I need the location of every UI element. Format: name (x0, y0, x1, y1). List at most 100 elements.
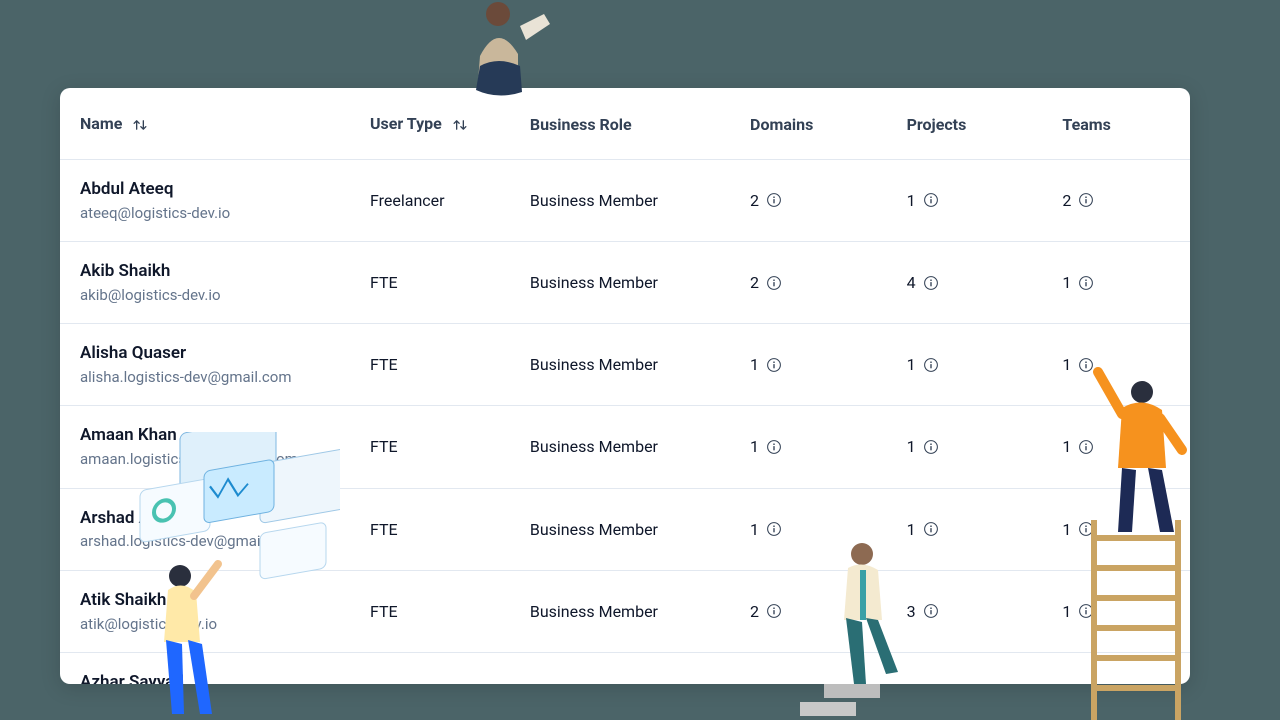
teams-cell[interactable]: 1 (1062, 520, 1180, 539)
column-header-label: Domains (750, 115, 813, 134)
info-icon[interactable] (765, 602, 783, 620)
teams-count: 1 (1062, 602, 1071, 621)
table-row[interactable]: Amaan Khan amaan.logistics-dev@gmail.com… (60, 406, 1190, 488)
teams-count: 1 (1062, 273, 1071, 292)
table-row[interactable]: Arshad Ahmad arshad.logistics-dev@gmail.… (60, 488, 1190, 570)
user-type-cell: Freelancer (360, 159, 520, 241)
domains-count: 2 (750, 191, 759, 210)
info-icon[interactable] (922, 520, 940, 538)
user-email: akib@logistics-dev.io (80, 285, 350, 305)
info-icon[interactable] (765, 191, 783, 209)
column-header-label: User Type (370, 114, 442, 133)
user-email: atik@logistics-dev.io (80, 614, 350, 634)
sort-icon[interactable] (130, 115, 150, 135)
info-icon[interactable] (765, 274, 783, 292)
projects-cell[interactable]: 1 (907, 355, 1043, 374)
domains-count: 1 (750, 355, 759, 374)
user-email: amaan.logistics-dev@gmail.com (80, 449, 350, 469)
projects-count: 1 (907, 191, 916, 210)
column-header-business-role[interactable]: Business Role (520, 88, 740, 159)
info-icon[interactable] (765, 520, 783, 538)
projects-count: 1 (907, 437, 916, 456)
domains-cell[interactable]: 1 (750, 437, 887, 456)
teams-cell[interactable]: 1 (1062, 355, 1180, 374)
projects-cell[interactable]: 4 (907, 273, 1043, 292)
info-icon[interactable] (1077, 438, 1095, 456)
teams-count: 1 (1062, 355, 1071, 374)
user-name: Atik Shaikh (80, 589, 350, 612)
table-row[interactable]: Azhar Sayyad (60, 652, 1190, 684)
teams-count: 2 (1062, 191, 1071, 210)
table-row[interactable]: Akib Shaikh akib@logistics-dev.io FTE Bu… (60, 241, 1190, 323)
info-icon[interactable] (922, 274, 940, 292)
user-name: Arshad Ahmad (80, 507, 350, 530)
column-header-name[interactable]: Name (60, 88, 360, 159)
user-name: Abdul Ateeq (80, 178, 350, 201)
business-role-cell (520, 652, 740, 684)
projects-count: 4 (907, 273, 916, 292)
user-name: Amaan Khan (80, 424, 350, 447)
table-row[interactable]: Alisha Quaser alisha.logistics-dev@gmail… (60, 324, 1190, 406)
domains-count: 2 (750, 273, 759, 292)
projects-cell[interactable]: 1 (907, 191, 1043, 210)
teams-cell[interactable]: 1 (1062, 602, 1180, 621)
projects-count: 1 (907, 520, 916, 539)
domains-cell[interactable]: 2 (750, 273, 887, 292)
domains-count: 1 (750, 520, 759, 539)
projects-count: 1 (907, 355, 916, 374)
projects-cell[interactable]: 1 (907, 520, 1043, 539)
business-role-cell: Business Member (520, 241, 740, 323)
table-row[interactable]: Abdul Ateeq ateeq@logistics-dev.io Freel… (60, 159, 1190, 241)
business-role-cell: Business Member (520, 488, 740, 570)
domains-cell[interactable]: 1 (750, 520, 887, 539)
teams-cell[interactable]: 1 (1062, 437, 1180, 456)
column-header-label: Name (80, 114, 122, 133)
illustration-seated-reader (440, 0, 570, 96)
user-email: ateeq@logistics-dev.io (80, 203, 350, 223)
info-icon[interactable] (765, 356, 783, 374)
info-icon[interactable] (1077, 356, 1095, 374)
column-header-projects[interactable]: Projects (897, 88, 1053, 159)
user-name: Alisha Quaser (80, 342, 350, 365)
column-header-user-type[interactable]: User Type (360, 88, 520, 159)
users-table: Name User Type Business Role Domains Pro… (60, 88, 1190, 684)
column-header-label: Business Role (530, 115, 632, 134)
table-header-row: Name User Type Business Role Domains Pro… (60, 88, 1190, 159)
domains-count: 1 (750, 437, 759, 456)
teams-count: 1 (1062, 437, 1071, 456)
projects-cell[interactable]: 1 (907, 437, 1043, 456)
info-icon[interactable] (1077, 520, 1095, 538)
info-icon[interactable] (1077, 602, 1095, 620)
info-icon[interactable] (922, 191, 940, 209)
info-icon[interactable] (765, 438, 783, 456)
column-header-label: Teams (1062, 115, 1110, 134)
info-icon[interactable] (922, 438, 940, 456)
column-header-teams[interactable]: Teams (1052, 88, 1190, 159)
teams-cell[interactable]: 2 (1062, 191, 1180, 210)
info-icon[interactable] (922, 356, 940, 374)
user-type-cell: FTE (360, 241, 520, 323)
business-role-cell: Business Member (520, 159, 740, 241)
domains-cell[interactable]: 2 (750, 602, 887, 621)
user-type-cell: FTE (360, 488, 520, 570)
projects-cell[interactable]: 3 (907, 602, 1043, 621)
projects-count: 3 (907, 602, 916, 621)
info-icon[interactable] (922, 602, 940, 620)
column-header-label: Projects (907, 115, 967, 134)
domains-cell[interactable]: 1 (750, 355, 887, 374)
user-name: Akib Shaikh (80, 260, 350, 283)
domains-cell[interactable]: 2 (750, 191, 887, 210)
info-icon[interactable] (1077, 191, 1095, 209)
users-table-panel: Name User Type Business Role Domains Pro… (60, 88, 1190, 684)
domains-count: 2 (750, 602, 759, 621)
column-header-domains[interactable]: Domains (740, 88, 897, 159)
user-type-cell: FTE (360, 324, 520, 406)
teams-cell[interactable]: 1 (1062, 273, 1180, 292)
business-role-cell: Business Member (520, 324, 740, 406)
business-role-cell: Business Member (520, 570, 740, 652)
table-row[interactable]: Atik Shaikh atik@logistics-dev.io FTE Bu… (60, 570, 1190, 652)
sort-icon[interactable] (450, 115, 470, 135)
user-type-cell (360, 652, 520, 684)
info-icon[interactable] (1077, 274, 1095, 292)
user-email: alisha.logistics-dev@gmail.com (80, 367, 350, 387)
